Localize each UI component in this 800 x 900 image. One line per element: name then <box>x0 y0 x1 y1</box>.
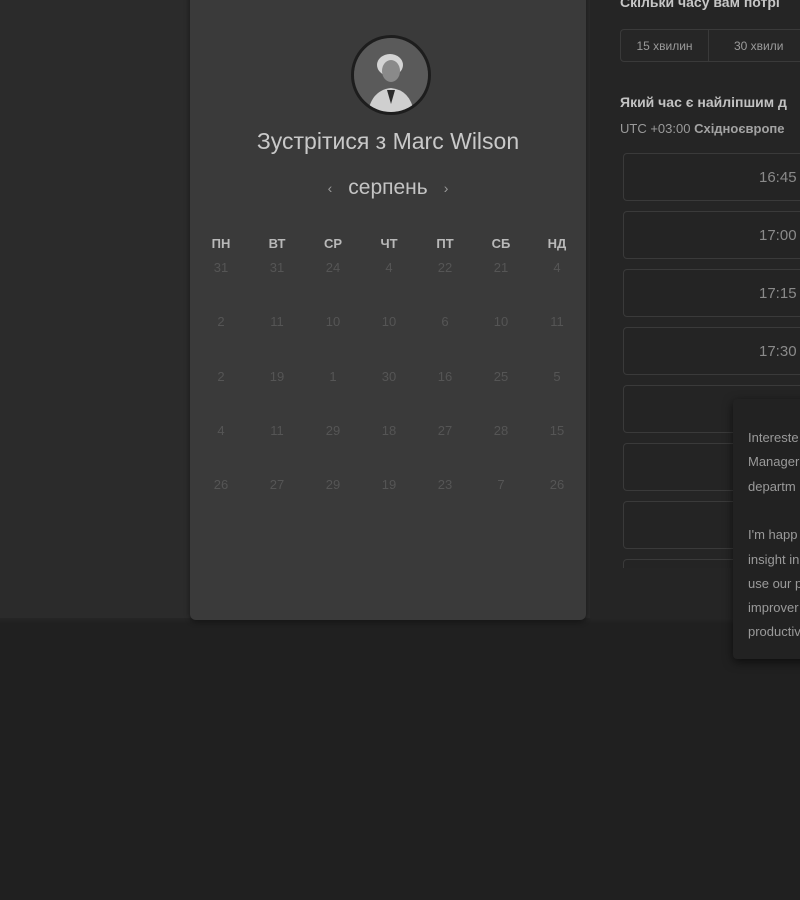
calendar-day: 19 <box>381 477 397 493</box>
calendar-day: 31 <box>269 260 285 275</box>
calendar-day: 7 <box>497 477 505 493</box>
time-slot-button[interactable]: 17:30 <box>623 327 800 375</box>
calendar-day: 19 <box>269 368 285 384</box>
weekday-label: ПН <box>211 236 231 251</box>
calendar-day: 30 <box>381 368 397 384</box>
calendar-day: 11 <box>270 422 284 438</box>
chevron-right-icon[interactable]: › <box>444 180 449 196</box>
calendar-day: 10 <box>493 314 509 330</box>
timezone-name[interactable]: Східноєвропе <box>694 121 784 136</box>
popover-text-line: Manager <box>748 454 800 470</box>
calendar-day: 28 <box>493 422 509 438</box>
timezone-label: UTC +03:00 Східноєвропе <box>620 121 785 136</box>
popover-text-line: use our p <box>748 575 800 591</box>
avatar <box>351 35 431 115</box>
weekday-label: ЧТ <box>380 236 398 251</box>
calendar-day: 10 <box>325 314 341 330</box>
duration-selector: 15 хвилин 30 хвили <box>620 29 800 62</box>
time-slot-button[interactable]: 17:00 <box>623 211 800 259</box>
calendar-week: 31 31 24 4 22 21 4 <box>193 254 585 308</box>
duration-option[interactable]: 15 хвилин <box>621 30 708 61</box>
calendar-day: 15 <box>549 422 565 438</box>
calendar-day: 1 <box>329 368 337 384</box>
calendar-body: 31 31 24 4 22 21 4 2 11 10 10 6 10 11 2 19 1 30 16 25 5 4 11 29… <box>193 254 585 525</box>
calendar-week: 2 19 1 30 16 25 5 <box>193 363 585 417</box>
calendar-day: 4 <box>553 260 561 275</box>
person-icon <box>354 38 428 112</box>
calendar-day: 23 <box>437 477 453 493</box>
calendar-day: 29 <box>325 422 341 438</box>
calendar-day: 22 <box>437 260 453 275</box>
calendar-day: 16 <box>437 368 453 384</box>
calendar-day: 10 <box>381 314 397 330</box>
popover-text-line: productiv <box>748 624 800 640</box>
calendar-day: 25 <box>493 368 509 384</box>
popover-text-line: Intereste <box>748 430 799 445</box>
host-description-popover: Intereste Manager departm I'm happ insight i… <box>733 399 800 659</box>
time-question: Який час є найліпшим д <box>620 94 787 110</box>
calendar-day: 27 <box>437 422 453 438</box>
weekday-header: ПН ВТ СР ЧТ ПТ СБ НД <box>193 236 585 254</box>
calendar-day: 29 <box>325 477 341 493</box>
time-slot-button[interactable]: 17:15 <box>623 269 800 317</box>
calendar-day: 2 <box>217 368 225 384</box>
time-slot-button[interactable]: 16:45 <box>623 153 800 201</box>
duration-question: Скільки часу вам потрі <box>620 0 780 10</box>
page-title: Зустрітися з Marc Wilson <box>256 128 520 154</box>
calendar-week: 4 11 29 18 27 28 15 <box>193 417 585 471</box>
chevron-left-icon[interactable]: ‹ <box>328 180 333 196</box>
timezone-offset: UTC +03:00 <box>620 121 691 136</box>
weekday-label: ПТ <box>436 236 454 251</box>
weekday-label: СБ <box>491 236 511 251</box>
popover-text-line: improver <box>748 600 799 616</box>
calendar-day: 26 <box>549 477 565 493</box>
calendar-week: 2 11 10 10 6 10 11 <box>193 308 585 362</box>
popover-text-line: departm <box>748 478 796 494</box>
calendar-day: 2 <box>217 314 225 330</box>
month-navigation: ‹ серпень › <box>190 176 586 200</box>
calendar-day: 4 <box>385 260 393 275</box>
popover-text-line: insight in <box>748 551 800 567</box>
calendar-day: 18 <box>381 422 397 438</box>
calendar-day: 11 <box>270 314 284 330</box>
calendar-day: 26 <box>213 477 229 493</box>
calendar-day: 11 <box>550 314 564 330</box>
calendar-week: 26 27 29 19 23 7 26 <box>193 471 585 525</box>
page: Зустрітися з Marc Wilson ‹ серпень › ПН … <box>0 0 800 900</box>
calendar-day: 31 <box>213 260 229 275</box>
popover-text-line: I'm happ <box>748 527 798 543</box>
calendar-day: 24 <box>325 260 341 275</box>
calendar-day: 27 <box>269 477 285 493</box>
weekday-label: НД <box>547 236 567 251</box>
calendar-day: 5 <box>553 368 561 384</box>
month-label: серпень <box>348 176 428 199</box>
calendar-grid: ПН ВТ СР ЧТ ПТ СБ НД 31 31 24 4 22 21 4 2 11 10 10… <box>193 236 585 525</box>
calendar-day: 4 <box>217 422 225 438</box>
calendar-day: 21 <box>493 260 509 275</box>
duration-option[interactable]: 30 хвили <box>708 30 800 61</box>
weekday-label: ВТ <box>268 236 286 251</box>
calendar-day: 6 <box>441 314 449 330</box>
weekday-label: СР <box>323 236 343 251</box>
